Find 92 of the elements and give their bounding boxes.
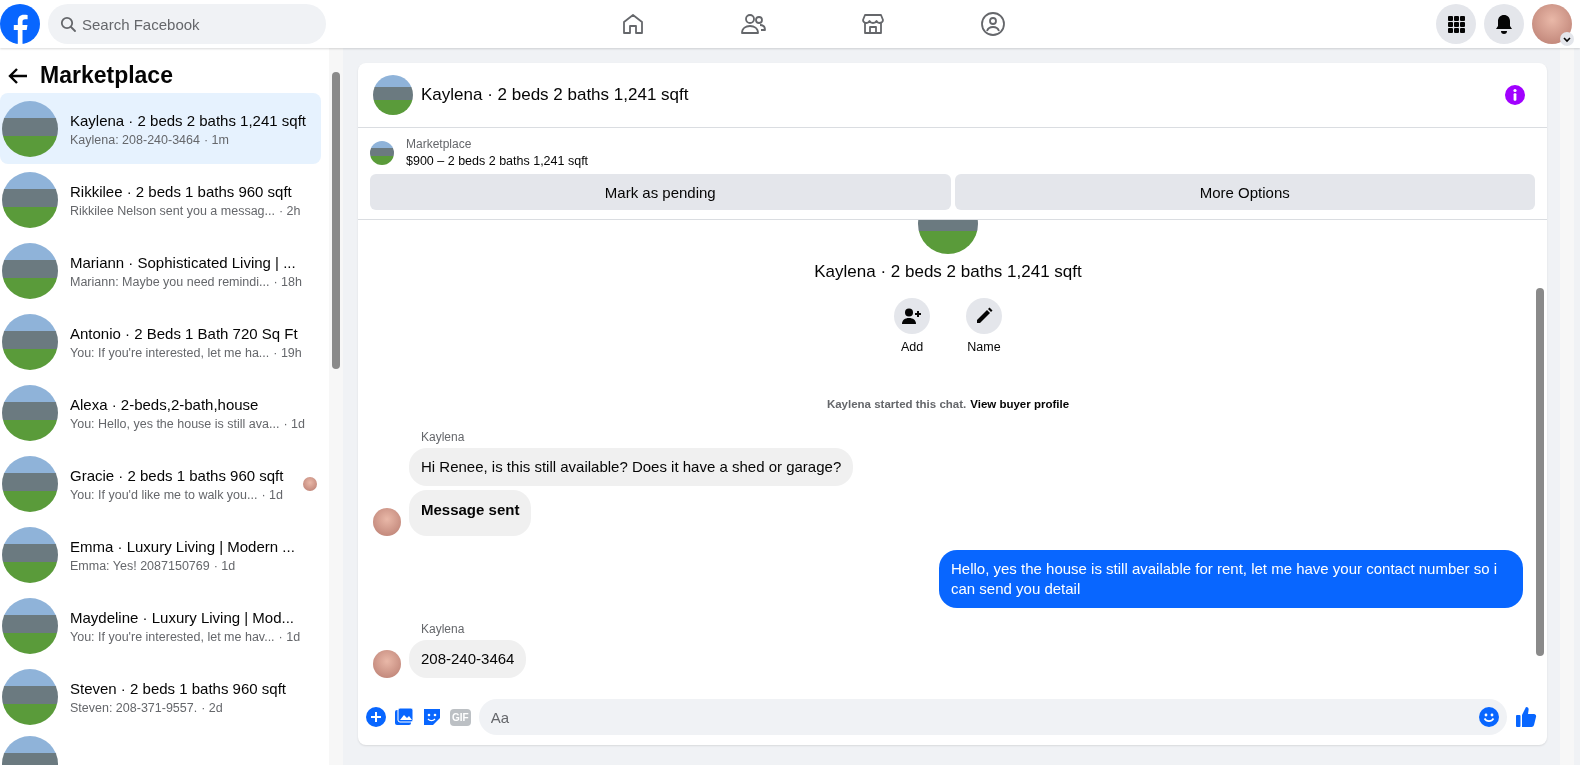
pencil-icon <box>975 307 993 325</box>
add-button[interactable]: Add <box>885 298 939 354</box>
message-preview: Kaylena: 208-240-3464 <box>70 132 200 147</box>
conversation-title: Alexa · 2-beds,2-bath,house <box>70 395 260 413</box>
message-time: · 19h <box>273 345 302 360</box>
message-preview: Steven: 208-371-9557. <box>70 700 198 715</box>
message-bubble: Hello, yes the house is still available for rent, let me have your contact number so i can send you detail <box>939 550 1523 608</box>
message-preview: You: If you're interested, let me hav... <box>70 629 275 644</box>
add-person-icon <box>902 308 922 324</box>
menu-button[interactable] <box>1436 4 1476 44</box>
message-preview: Emma: Yes! 2087150769 <box>70 558 210 573</box>
message-status: Message sent <box>409 490 532 536</box>
message-time: · 1d <box>278 629 301 644</box>
message-time: · 1d <box>261 487 283 502</box>
plus-circle-icon[interactable] <box>366 707 386 727</box>
message-preview: You: Hello, yes the house is still ava... <box>70 416 280 431</box>
search-icon <box>60 16 76 32</box>
message-bubble: Hi Renee, is this still available? Does it have a shed or garage? <box>409 448 854 486</box>
listing-photo <box>2 456 58 512</box>
name-button[interactable]: Name <box>957 298 1011 354</box>
message-bubble: 208-240-3464 <box>409 640 527 678</box>
listing-photo <box>2 101 58 157</box>
conversation-title: Gracie · 2 beds 1 baths 960 sqft <box>70 466 285 484</box>
sticker-icon[interactable] <box>422 707 442 727</box>
people-icon <box>740 11 766 37</box>
message-time: · 1d <box>283 416 305 431</box>
message-preview: Mariann: Maybe you need remindi... <box>70 274 270 289</box>
listing-photo <box>2 527 58 583</box>
scrollbar[interactable] <box>329 48 343 765</box>
chevron-down-icon[interactable] <box>1560 32 1574 46</box>
conversation-item[interactable]: Antonio · 2 Beds 1 Bath 720 Sq Ft You: If you're interested, let me ha... · 19h <box>0 306 321 377</box>
conversation-item[interactable]: Mariann · Sophisticated Living | ... Mariann: Maybe you need remindi... · 18h <box>0 235 321 306</box>
conversation-title: Maydeline · Luxury Living | Mod... <box>70 608 295 626</box>
conversation-item[interactable]: Rikkilee · 2 beds 1 baths 960 sqft Rikkilee Nelson sent you a messag... · 2h <box>0 164 321 235</box>
conversation-item[interactable]: Alexa · 2-beds,2-bath,house You: Hello, yes the house is still ava... · 1d <box>0 377 321 448</box>
conversation-title: Steven · 2 beds 1 baths 960 sqft <box>70 679 287 697</box>
listing-photo <box>2 385 58 441</box>
conversation-title: Emma · Luxury Living | Modern ... <box>70 537 296 555</box>
conversation-item[interactable]: Gracie · 2 beds 1 baths 960 sqft You: If you'd like me to walk you... · 1d <box>0 448 321 519</box>
message-time: · 18h <box>273 274 302 289</box>
conversation-title: Rikkilee · 2 beds 1 baths 960 sqft <box>70 182 293 200</box>
buyer-profile-link[interactable]: View buyer profile <box>970 398 1070 410</box>
message-preview: Rikkilee Nelson sent you a messag... <box>70 203 275 218</box>
message-time: · 1m <box>203 132 229 147</box>
sender-name: Kaylena <box>420 430 465 444</box>
message-time: · 1d <box>213 558 236 573</box>
message-preview: You: If you'd like me to walk you... <box>70 487 258 502</box>
notifications-button[interactable] <box>1484 4 1524 44</box>
scrollbar[interactable] <box>1560 48 1574 765</box>
conversation-title: Kaylena · 2 beds 2 baths 1,241 sqft <box>421 85 690 105</box>
sender-name: Kaylena <box>420 622 465 636</box>
search-field[interactable]: Search Facebook <box>48 4 326 44</box>
scrollbar[interactable] <box>1533 220 1547 691</box>
grid-menu-icon <box>1447 15 1465 33</box>
listing-photo <box>2 243 58 299</box>
home-icon <box>620 11 646 37</box>
conversation-item[interactable]: Maydeline · Luxury Living | Mod... You: If you're interested, let me hav... · 1d <box>0 590 321 661</box>
listing-photo <box>370 140 394 165</box>
chat-started-text: Kaylena started this chat. <box>826 398 967 410</box>
message-time: · 2d <box>201 700 223 715</box>
sender-avatar <box>373 508 401 536</box>
message-time: · 2h <box>278 203 301 218</box>
listing-price: $900 – 2 beds 2 baths 1,241 sqft <box>406 154 589 168</box>
chat-title: Kaylena · 2 beds 2 baths 1,241 sqft <box>814 262 1082 282</box>
photo-icon[interactable] <box>394 707 414 727</box>
bell-icon <box>1495 14 1513 34</box>
conversation-title: Mariann · Sophisticated Living | ... <box>70 253 297 271</box>
listing-photo <box>2 669 58 725</box>
listing-action-button[interactable]: More Options <box>954 174 1535 210</box>
message-input[interactable]: Aa <box>478 699 1507 735</box>
facebook-logo-icon[interactable] <box>0 4 40 44</box>
listing-photo <box>2 172 58 228</box>
listing-photo <box>2 598 58 654</box>
sidebar-title: Marketplace <box>40 62 173 89</box>
conversation-item[interactable]: Kaylena · 2 beds 2 baths 1,241 sqft Kaylena: 208-240-3464 · 1m <box>0 93 321 164</box>
conversation-item[interactable]: Steven · 2 beds 1 baths 960 sqft Steven: 208-371-9557. · 2d <box>0 661 321 732</box>
listing-label: Marketplace <box>406 137 473 151</box>
store-icon <box>860 11 886 37</box>
emoji-icon[interactable] <box>1479 707 1499 727</box>
listing-action-button[interactable]: Mark as pending <box>370 174 951 210</box>
conversation-item[interactable]: Emma · Luxury Living | Modern ... Emma: Yes! 2087150769 · 1d <box>0 519 321 590</box>
group-circle-icon <box>980 11 1006 37</box>
account-avatar <box>1532 4 1572 44</box>
thumbs-up-icon[interactable] <box>1515 706 1537 728</box>
conversation-title: Antonio · 2 Beds 1 Bath 720 Sq Ft <box>70 324 299 342</box>
listing-photo <box>2 314 58 370</box>
message-preview: You: If you're interested, let me ha... <box>70 345 270 360</box>
conversation-title: Kaylena · 2 beds 2 baths 1,241 sqft <box>70 111 307 129</box>
sender-avatar <box>373 650 401 678</box>
back-arrow-icon[interactable] <box>8 66 28 85</box>
info-icon[interactable] <box>1505 85 1525 105</box>
listing-photo <box>373 75 413 115</box>
